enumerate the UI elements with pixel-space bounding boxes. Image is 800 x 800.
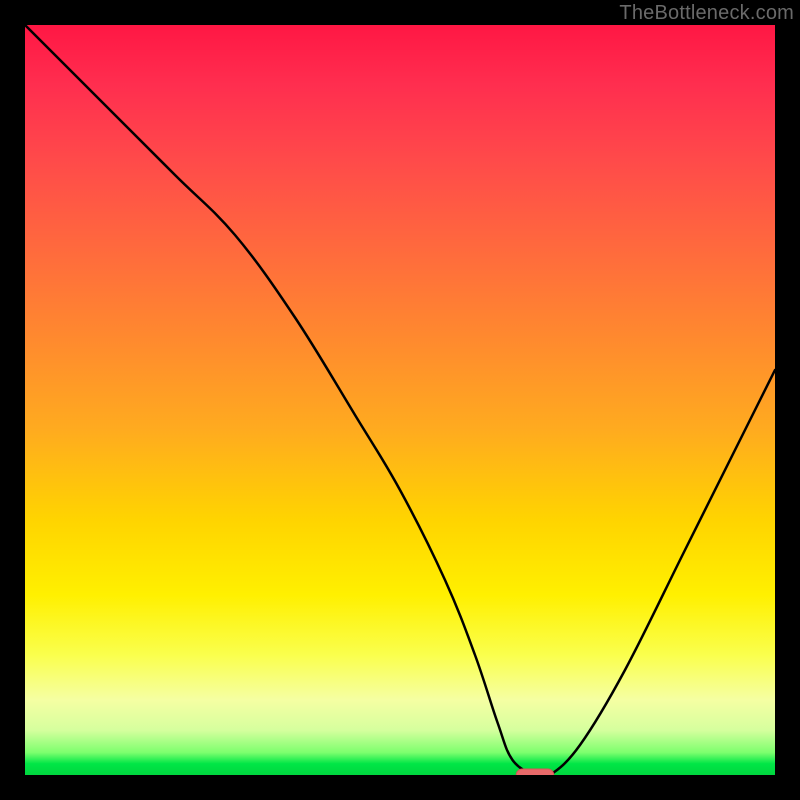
- bottleneck-curve: [25, 25, 775, 775]
- optimal-point-marker: [516, 769, 554, 775]
- watermark-text: TheBottleneck.com: [619, 2, 794, 25]
- curve-layer: [25, 25, 775, 775]
- chart-frame: TheBottleneck.com: [0, 0, 800, 800]
- plot-area: [25, 25, 775, 775]
